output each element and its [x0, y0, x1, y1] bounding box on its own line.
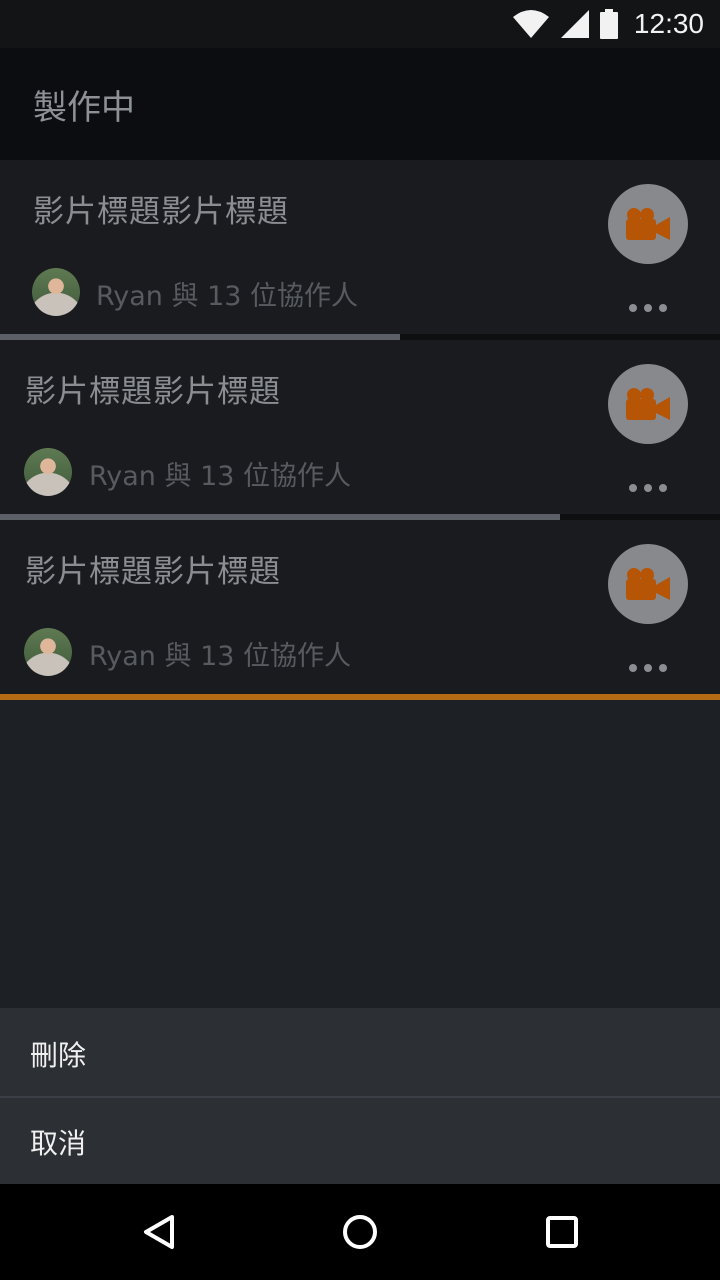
- signal-icon: [560, 10, 589, 38]
- delete-label: 刪除: [30, 1039, 87, 1072]
- card-title: 影片標題影片標題: [25, 374, 281, 410]
- delete-button[interactable]: 刪除: [0, 1008, 720, 1096]
- avatar: [32, 268, 80, 316]
- video-camera-icon: [626, 208, 670, 240]
- more-dot: [659, 664, 667, 672]
- more-dot: [659, 304, 667, 312]
- upload-progress-bar: [0, 694, 720, 700]
- status-bar: 12:30: [0, 0, 720, 48]
- card-title: 影片標題影片標題: [25, 554, 281, 590]
- more-dot: [659, 484, 667, 492]
- cancel-button[interactable]: 取消: [0, 1096, 720, 1184]
- video-camera-button[interactable]: [608, 544, 688, 624]
- avatar: [24, 448, 72, 496]
- status-icons: 12:30: [512, 8, 704, 40]
- video-card[interactable]: 影片標題影片標題 Ryan 與 13 位協作人: [0, 160, 720, 334]
- more-options-button[interactable]: [629, 663, 667, 673]
- page-title: 製作中: [33, 88, 135, 128]
- back-icon[interactable]: [140, 1212, 180, 1252]
- card-title: 影片標題影片標題: [33, 194, 289, 230]
- avatar: [24, 628, 72, 676]
- video-card[interactable]: 影片標題影片標題 Ryan 與 13 位協作人: [0, 340, 720, 514]
- more-dot: [644, 484, 652, 492]
- video-camera-button[interactable]: [608, 364, 688, 444]
- video-camera-icon: [626, 388, 670, 420]
- card-subtitle: Ryan 與 13 位協作人: [89, 461, 352, 492]
- home-icon[interactable]: [340, 1212, 380, 1252]
- video-card[interactable]: 影片標題影片標題 Ryan 與 13 位協作人: [0, 520, 720, 694]
- video-camera-icon: [626, 568, 670, 600]
- more-options-button[interactable]: [629, 483, 667, 493]
- status-time: 12:30: [633, 8, 704, 39]
- app-bar: 製作中: [0, 48, 720, 160]
- more-dot: [629, 664, 637, 672]
- more-dot: [644, 664, 652, 672]
- cancel-label: 取消: [30, 1127, 87, 1160]
- more-dot: [644, 304, 652, 312]
- wifi-icon: [512, 10, 549, 38]
- battery-icon: [599, 9, 618, 39]
- recents-icon[interactable]: [542, 1212, 582, 1252]
- more-options-button[interactable]: [629, 303, 667, 313]
- card-subtitle: Ryan 與 13 位協作人: [96, 281, 359, 312]
- more-dot: [629, 484, 637, 492]
- navigation-bar: [0, 1184, 720, 1280]
- progress-fill: [0, 694, 720, 700]
- more-dot: [629, 304, 637, 312]
- video-camera-button[interactable]: [608, 184, 688, 264]
- bottom-sheet: 刪除 取消: [0, 1008, 720, 1184]
- card-subtitle: Ryan 與 13 位協作人: [89, 641, 352, 672]
